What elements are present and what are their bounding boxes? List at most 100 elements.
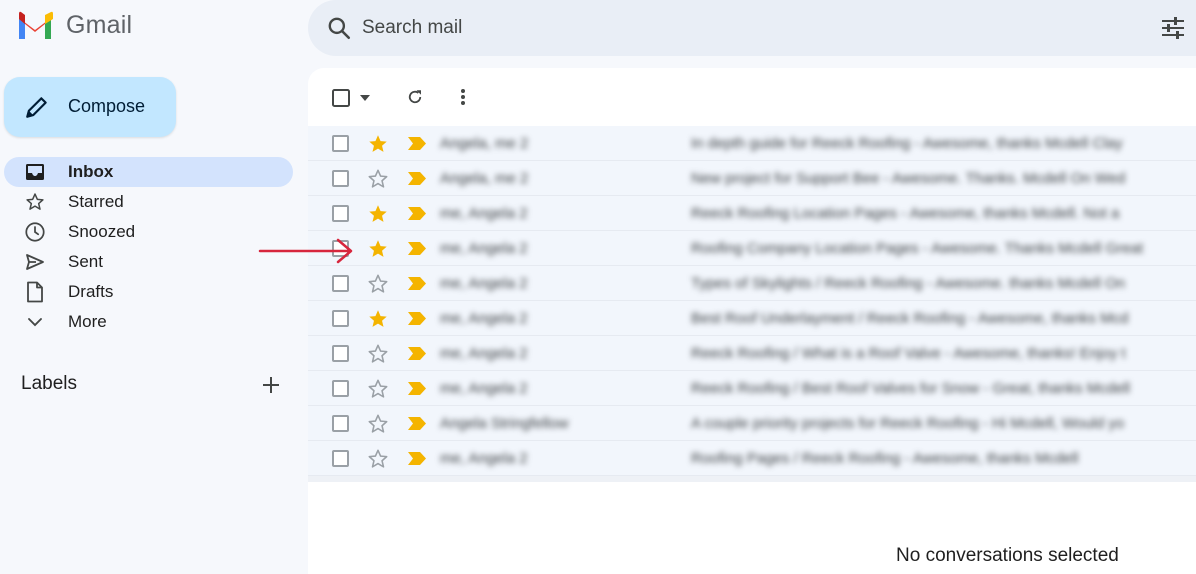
star-outline-icon[interactable] <box>367 343 389 365</box>
important-marker-icon[interactable] <box>407 276 427 291</box>
important-marker-icon[interactable] <box>407 451 427 466</box>
row-checkbox[interactable] <box>332 310 349 327</box>
star-outline-icon[interactable] <box>367 378 389 400</box>
email-subject: Reeck Roofing / What is a Roof Valve - A… <box>691 345 1126 362</box>
row-checkbox[interactable] <box>332 380 349 397</box>
pencil-icon <box>24 94 50 125</box>
email-sender: Angela Stringfellow <box>440 415 569 432</box>
table-row[interactable]: Angela, me 2 In depth guide for Reeck Roo… <box>308 126 1196 161</box>
sidebar-item-label: Starred <box>68 192 124 211</box>
email-sender: me, Angela 2 <box>440 275 528 292</box>
clock-icon <box>24 222 46 242</box>
row-checkbox[interactable] <box>332 205 349 222</box>
search-options-icon[interactable] <box>1160 16 1186 45</box>
email-subject: Types of Skylights / Reeck Roofing - Awe… <box>691 275 1126 292</box>
search-icon[interactable] <box>326 15 352 46</box>
compose-button[interactable]: Compose <box>4 77 176 137</box>
important-marker-icon[interactable] <box>407 206 427 221</box>
star-outline-icon <box>24 192 46 212</box>
select-all-checkbox[interactable] <box>330 88 352 108</box>
email-subject: Best Roof Underlayment / Reeck Roofing -… <box>691 310 1129 327</box>
table-row[interactable]: me, Angela 2 Roofing Pages / Reeck Roofin… <box>308 441 1196 476</box>
star-filled-icon[interactable] <box>367 203 389 225</box>
sidebar-item-inbox[interactable]: Inbox <box>4 157 293 187</box>
email-subject: Reeck Roofing / Best Roof Valves for Sno… <box>691 380 1131 397</box>
email-sender: me, Angela 2 <box>440 450 528 467</box>
sidebar-item-label: Snoozed <box>68 222 136 241</box>
no-conversation-message: No conversations selected <box>896 545 1119 566</box>
important-marker-icon[interactable] <box>407 346 427 361</box>
email-sender: me, Angela 2 <box>440 310 528 327</box>
sidebar-item-label: Sent <box>68 252 103 271</box>
sidebar-nav: Inbox Starred Snoozed Sent Drafts More <box>4 157 293 337</box>
search-bar[interactable] <box>308 0 1196 56</box>
email-subject: Reeck Roofing Location Pages - Awesome, … <box>691 205 1120 222</box>
star-filled-icon[interactable] <box>367 238 389 260</box>
row-checkbox[interactable] <box>332 345 349 362</box>
inbox-icon <box>24 162 46 182</box>
star-filled-icon[interactable] <box>367 308 389 330</box>
mail-toolbar <box>308 68 1196 126</box>
email-sender: me, Angela 2 <box>440 380 528 397</box>
table-row[interactable]: Angela, me 2 New project for Support Bee … <box>308 161 1196 196</box>
table-row[interactable]: me, Angela 2 Types of Skylights / Reeck R… <box>308 266 1196 301</box>
labels-section: Labels <box>21 372 283 398</box>
sidebar-item-label: Inbox <box>68 162 114 181</box>
table-row[interactable]: me, Angela 2 Roofing Company Location Pag… <box>308 231 1196 266</box>
sidebar-item-label: More <box>68 312 107 331</box>
row-checkbox[interactable] <box>332 450 349 467</box>
email-sender: me, Angela 2 <box>440 240 528 257</box>
sidebar-item-starred[interactable]: Starred <box>4 187 293 217</box>
sidebar-item-snoozed[interactable]: Snoozed <box>4 217 293 247</box>
draft-icon <box>24 281 46 303</box>
email-subject: New project for Support Bee - Awesome. T… <box>691 170 1126 187</box>
row-checkbox[interactable] <box>332 170 349 187</box>
table-row[interactable]: me, Angela 2 Reeck Roofing Location Pages… <box>308 196 1196 231</box>
email-sender: me, Angela 2 <box>440 205 528 222</box>
email-list: Angela, me 2 In depth guide for Reeck Roo… <box>308 126 1196 482</box>
annotation-arrow-icon <box>258 238 353 264</box>
email-subject: Roofing Pages / Reeck Roofing - Awesome,… <box>691 450 1079 467</box>
compose-label: Compose <box>68 96 146 116</box>
sidebar-item-more[interactable]: More <box>4 307 293 337</box>
star-outline-icon[interactable] <box>367 448 389 470</box>
important-marker-icon[interactable] <box>407 381 427 396</box>
star-outline-icon[interactable] <box>367 413 389 435</box>
email-sender: me, Angela 2 <box>440 345 528 362</box>
email-subject: Roofing Company Location Pages - Awesome… <box>691 240 1144 257</box>
more-options-icon[interactable] <box>456 86 470 108</box>
table-row[interactable]: Angela Stringfellow A couple priority pro… <box>308 406 1196 441</box>
gmail-m-icon <box>19 11 53 39</box>
sidebar-item-sent[interactable]: Sent <box>4 247 293 277</box>
labels-title: Labels <box>21 373 77 394</box>
table-row[interactable]: me, Angela 2 Reeck Roofing / Best Roof Va… <box>308 371 1196 406</box>
gmail-logo[interactable]: Gmail <box>16 10 132 40</box>
mail-panel: Angela, me 2 In depth guide for Reeck Roo… <box>308 68 1196 574</box>
refresh-icon[interactable] <box>404 86 426 108</box>
send-icon <box>24 252 46 272</box>
star-outline-icon[interactable] <box>367 273 389 295</box>
table-row[interactable]: me, Angela 2 Reeck Roofing / What is a Ro… <box>308 336 1196 371</box>
email-sender: Angela, me 2 <box>440 170 529 187</box>
email-sender: Angela, me 2 <box>440 135 529 152</box>
table-row[interactable]: me, Angela 2 Best Roof Underlayment / Ree… <box>308 301 1196 336</box>
select-dropdown-icon[interactable] <box>358 92 372 104</box>
email-subject: A couple priority projects for Reeck Roo… <box>691 415 1125 432</box>
important-marker-icon[interactable] <box>407 241 427 256</box>
row-checkbox[interactable] <box>332 135 349 152</box>
sidebar-item-drafts[interactable]: Drafts <box>4 277 293 307</box>
star-outline-icon[interactable] <box>367 168 389 190</box>
star-filled-icon[interactable] <box>367 133 389 155</box>
add-label-icon[interactable] <box>259 373 283 397</box>
important-marker-icon[interactable] <box>407 416 427 431</box>
email-subject: In depth guide for Reeck Roofing - Aweso… <box>691 135 1123 152</box>
important-marker-icon[interactable] <box>407 171 427 186</box>
row-checkbox[interactable] <box>332 275 349 292</box>
important-marker-icon[interactable] <box>407 136 427 151</box>
important-marker-icon[interactable] <box>407 311 427 326</box>
search-input[interactable] <box>362 14 962 42</box>
app-name: Gmail <box>66 10 133 39</box>
sidebar-item-label: Drafts <box>68 282 114 301</box>
row-checkbox[interactable] <box>332 415 349 432</box>
chevron-down-icon <box>24 312 46 332</box>
